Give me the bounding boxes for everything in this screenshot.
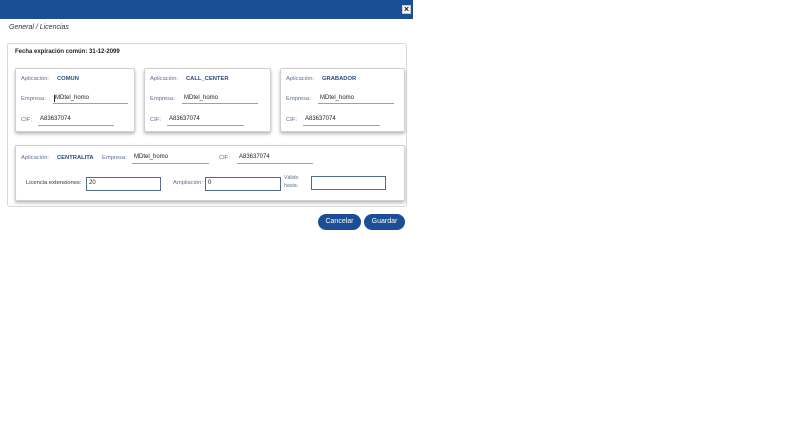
- aplicacion-label: Aplicación:: [21, 155, 50, 161]
- cif-label: CIF:: [286, 117, 297, 123]
- breadcrumb: General / Licencias: [9, 24, 69, 31]
- empresa-underline: [132, 163, 209, 164]
- app-name: COMUN: [57, 76, 79, 82]
- cif-field[interactable]: A83637074: [239, 154, 270, 160]
- aplicacion-label: Aplicación:: [21, 76, 50, 82]
- empresa-field[interactable]: MDtel_homo: [184, 95, 218, 101]
- cancel-button[interactable]: Cancelar: [318, 214, 361, 230]
- empresa-underline: [53, 103, 128, 104]
- app-name: CALL_CENTER: [186, 76, 229, 82]
- empresa-underline: [182, 103, 258, 104]
- close-icon[interactable]: ×: [402, 5, 411, 14]
- empresa-field[interactable]: MDtel_homo: [134, 154, 168, 160]
- valido-hasta-label-2: hasta:: [284, 183, 299, 189]
- cif-field[interactable]: A83637074: [40, 116, 71, 122]
- save-button[interactable]: Guardar: [364, 214, 405, 230]
- aplicacion-label: Aplicación:: [150, 76, 179, 82]
- cif-underline: [167, 125, 244, 126]
- empresa-label: Empresa:: [286, 96, 311, 102]
- cif-label: CIF:: [219, 155, 230, 161]
- license-card-comun: Aplicación: COMUN Empresa: MDtel_homo CI…: [15, 68, 135, 132]
- license-card-centralita: Aplicación: CENTRALITA Empresa: MDtel_ho…: [15, 145, 405, 201]
- empresa-label: Empresa:: [150, 96, 175, 102]
- empresa-label: Empresa:: [21, 96, 46, 102]
- license-card-grabador: Aplicación: GRABADOR Empresa: MDtel_homo…: [280, 68, 405, 132]
- cif-field[interactable]: A83637074: [169, 116, 200, 122]
- cif-field[interactable]: A83637074: [305, 116, 336, 122]
- aplicacion-label: Aplicación:: [286, 76, 315, 82]
- valido-hasta-input[interactable]: [311, 176, 386, 190]
- valido-hasta-label-1: Válido: [284, 175, 299, 181]
- app-name: GRABADOR: [322, 76, 357, 82]
- licencia-extensiones-input[interactable]: 20: [86, 177, 161, 191]
- empresa-field[interactable]: MDtel_homo: [320, 95, 354, 101]
- empresa-underline: [318, 103, 394, 104]
- dialog-title-bar: [0, 0, 413, 19]
- ampliacion-input[interactable]: 0: [205, 177, 281, 191]
- ampliacion-label: Ampliación:: [173, 180, 203, 186]
- licencia-extensiones-label: Licencia extensiones:: [26, 180, 82, 186]
- expiration-date: Fecha expiración común: 31-12-2099: [15, 49, 120, 55]
- license-card-call-center: Aplicación: CALL_CENTER Empresa: MDtel_h…: [144, 68, 271, 132]
- app-name: CENTRALITA: [57, 155, 94, 161]
- empresa-label: Empresa:: [102, 155, 127, 161]
- cif-label: CIF:: [21, 117, 32, 123]
- cif-underline: [303, 125, 380, 126]
- empresa-field[interactable]: MDtel_homo: [55, 95, 89, 101]
- cif-underline: [237, 163, 313, 164]
- cif-underline: [38, 125, 114, 126]
- cif-label: CIF:: [150, 117, 161, 123]
